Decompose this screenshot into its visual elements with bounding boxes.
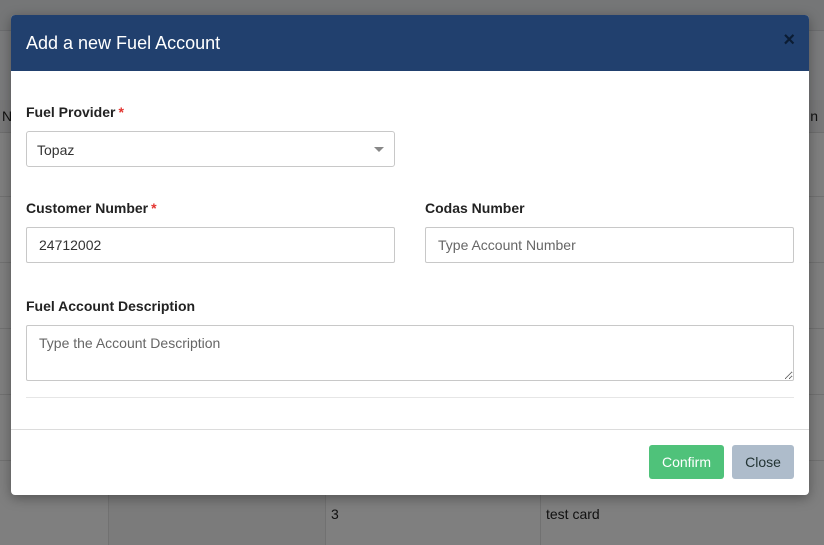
form-divider [26, 397, 794, 398]
fuel-provider-label-text: Fuel Provider [26, 104, 116, 120]
required-marker: * [151, 200, 157, 216]
chevron-down-icon[interactable] [374, 147, 384, 152]
fuel-provider-select[interactable]: Topaz [26, 131, 395, 167]
add-fuel-account-modal: Add a new Fuel Account × Fuel Provider * … [11, 15, 809, 495]
required-marker: * [118, 104, 124, 120]
customer-number-input[interactable] [26, 227, 395, 263]
fuel-account-description-textarea[interactable] [26, 325, 794, 381]
fuel-provider-selected-value: Topaz [37, 142, 75, 158]
customer-number-label-text: Customer Number [26, 200, 149, 216]
codas-number-input[interactable] [425, 227, 794, 263]
close-button[interactable]: Close [732, 445, 794, 479]
modal-footer-divider [11, 429, 809, 430]
customer-number-label: Customer Number * [26, 200, 157, 216]
fuel-provider-label: Fuel Provider * [26, 104, 124, 120]
modal-header: Add a new Fuel Account × [11, 15, 809, 71]
fuel-account-description-label: Fuel Account Description [26, 298, 196, 314]
codas-number-label: Codas Number [425, 200, 525, 216]
close-icon[interactable]: × [783, 30, 795, 50]
modal-title: Add a new Fuel Account [26, 33, 221, 53]
confirm-button[interactable]: Confirm [649, 445, 724, 479]
